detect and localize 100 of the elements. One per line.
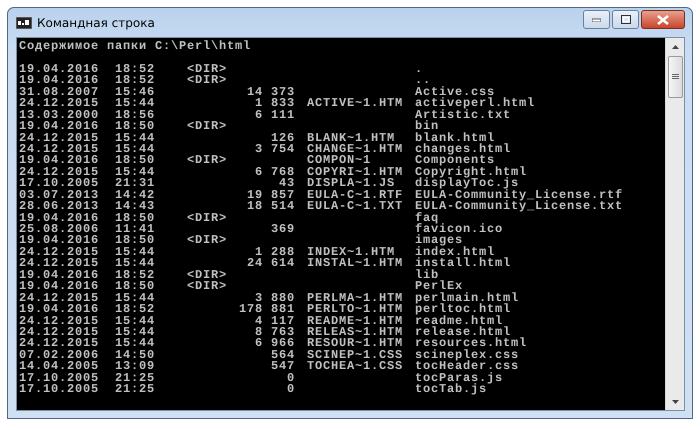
file-date: 31.08.2007 xyxy=(19,86,100,98)
file-time: 15:44 xyxy=(115,258,156,270)
file-date: 19.04.2016 xyxy=(19,155,100,167)
file-name: EULA-Community_License.txt xyxy=(415,201,624,213)
short-file-name: EULA-C~1.TXT xyxy=(307,201,404,213)
directory-tag: <DIR> xyxy=(187,281,307,293)
file-time: 18:50 xyxy=(115,235,156,247)
short-file-name: EULA-C~1.RTF xyxy=(307,190,404,202)
minimize-icon xyxy=(592,18,601,22)
file-date: 28.06.2013 xyxy=(19,201,100,213)
file-size: 19 857 xyxy=(246,190,295,202)
file-size: 547 xyxy=(270,361,295,373)
file-name: perlmain.html xyxy=(415,292,520,304)
short-file-name: README~1.HTM xyxy=(307,316,404,327)
file-time: 18:50 xyxy=(115,212,156,224)
short-file-name: RESOUR~1.HTM xyxy=(307,338,404,350)
file-size: 126 xyxy=(270,132,295,144)
file-name: tocTab.js xyxy=(415,384,488,396)
file-name: favicon.ico xyxy=(415,224,504,236)
file-date: 03.07.2013 xyxy=(19,190,100,202)
file-name: install.html xyxy=(415,258,512,270)
file-date: 19.04.2016 xyxy=(19,281,100,293)
close-icon xyxy=(657,14,669,24)
window-title: Командная строка xyxy=(37,14,155,32)
file-date: 24.12.2015 xyxy=(19,316,100,327)
file-date: 24.12.2015 xyxy=(19,98,100,110)
file-date: 19.04.2016 xyxy=(19,75,100,87)
scrollbar-thumb[interactable] xyxy=(668,56,682,98)
file-size: 564 xyxy=(270,350,295,362)
file-size: 6 111 xyxy=(254,110,295,122)
file-name: .. xyxy=(415,75,432,87)
file-size: 3 754 xyxy=(254,144,295,156)
file-time: 15:44 xyxy=(115,326,156,338)
short-file-name: PERLMA~1.HTM xyxy=(307,292,404,304)
file-name: bin xyxy=(415,121,440,132)
file-time: 15:44 xyxy=(115,292,156,304)
file-date: 24.12.2015 xyxy=(19,166,100,178)
file-time: 18:50 xyxy=(115,281,156,293)
maximize-button[interactable] xyxy=(612,10,639,29)
minimize-button[interactable] xyxy=(583,10,610,29)
file-date: 17.10.2005 xyxy=(19,372,100,384)
file-name: activeperl.html xyxy=(415,98,536,110)
file-date: 24.12.2015 xyxy=(19,292,100,304)
file-date: 19.04.2016 xyxy=(19,121,100,132)
file-time: 21:25 xyxy=(115,384,156,396)
file-size: 0 xyxy=(286,384,295,396)
short-file-name: TOCHEA~1.CSS xyxy=(307,361,404,373)
directory-heading: Содержимое папки C:\Perl\html xyxy=(19,41,252,52)
file-time: 15:46 xyxy=(115,86,156,98)
file-size: 8 763 xyxy=(254,326,295,338)
file-date: 19.04.2016 xyxy=(19,304,100,316)
file-name: resources.html xyxy=(415,338,528,350)
file-name: tocHeader.css xyxy=(415,361,520,373)
file-size: 1 288 xyxy=(254,246,295,258)
file-name: blank.html xyxy=(415,132,496,144)
file-time: 11:41 xyxy=(115,224,156,236)
scrollbar[interactable] xyxy=(665,38,684,410)
file-name: Copyright.html xyxy=(415,166,528,178)
file-name: index.html xyxy=(415,246,496,258)
file-time: 18:50 xyxy=(115,121,156,132)
file-size: 6 768 xyxy=(254,166,295,178)
file-time: 15:44 xyxy=(115,132,156,144)
file-date: 24.12.2015 xyxy=(19,132,100,144)
file-time: 14:43 xyxy=(115,201,156,213)
directory-tag: <DIR> xyxy=(187,155,307,167)
file-date: 19.04.2016 xyxy=(19,270,100,282)
file-name: faq xyxy=(415,212,440,224)
directory-tag: <DIR> xyxy=(187,75,307,87)
file-date: 24.12.2015 xyxy=(19,246,100,258)
directory-tag: <DIR> xyxy=(187,270,307,282)
short-file-name: COMPON~1 xyxy=(307,155,372,167)
file-size: 1 833 xyxy=(254,98,295,110)
directory-tag: <DIR> xyxy=(187,212,307,224)
maximize-icon xyxy=(620,15,630,24)
directory-tag: <DIR> xyxy=(187,235,307,247)
file-name: Active.css xyxy=(415,86,496,98)
file-date: 24.12.2015 xyxy=(19,338,100,350)
file-date: 19.04.2016 xyxy=(19,235,100,247)
file-date: 14.04.2005 xyxy=(19,361,100,373)
short-file-name: ACTIVE~1.HTM xyxy=(307,98,404,110)
file-date: 19.04.2016 xyxy=(19,64,100,76)
file-time: 18:52 xyxy=(115,75,156,87)
short-file-name: BLANK~1.HTM xyxy=(307,132,396,144)
file-size: 369 xyxy=(270,224,295,236)
file-time: 14:50 xyxy=(115,350,156,362)
directory-tag: <DIR> xyxy=(187,121,307,132)
file-name: Artistic.txt xyxy=(415,110,512,122)
file-name: perltoc.html xyxy=(415,304,512,316)
file-time: 18:56 xyxy=(115,110,156,122)
file-time: 18:52 xyxy=(115,304,156,316)
file-date: 13.03.2000 xyxy=(19,110,100,122)
short-file-name: INSTAL~1.HTM xyxy=(307,258,404,270)
file-size: 3 880 xyxy=(254,292,295,304)
file-size: 18 514 xyxy=(246,201,295,213)
file-name: images xyxy=(415,235,464,247)
short-file-name: SCINEP~1.CSS xyxy=(307,350,404,362)
close-button[interactable] xyxy=(641,10,685,29)
file-date: 17.10.2005 xyxy=(19,384,100,396)
file-time: 21:25 xyxy=(115,372,156,384)
file-name: release.html xyxy=(415,326,512,338)
